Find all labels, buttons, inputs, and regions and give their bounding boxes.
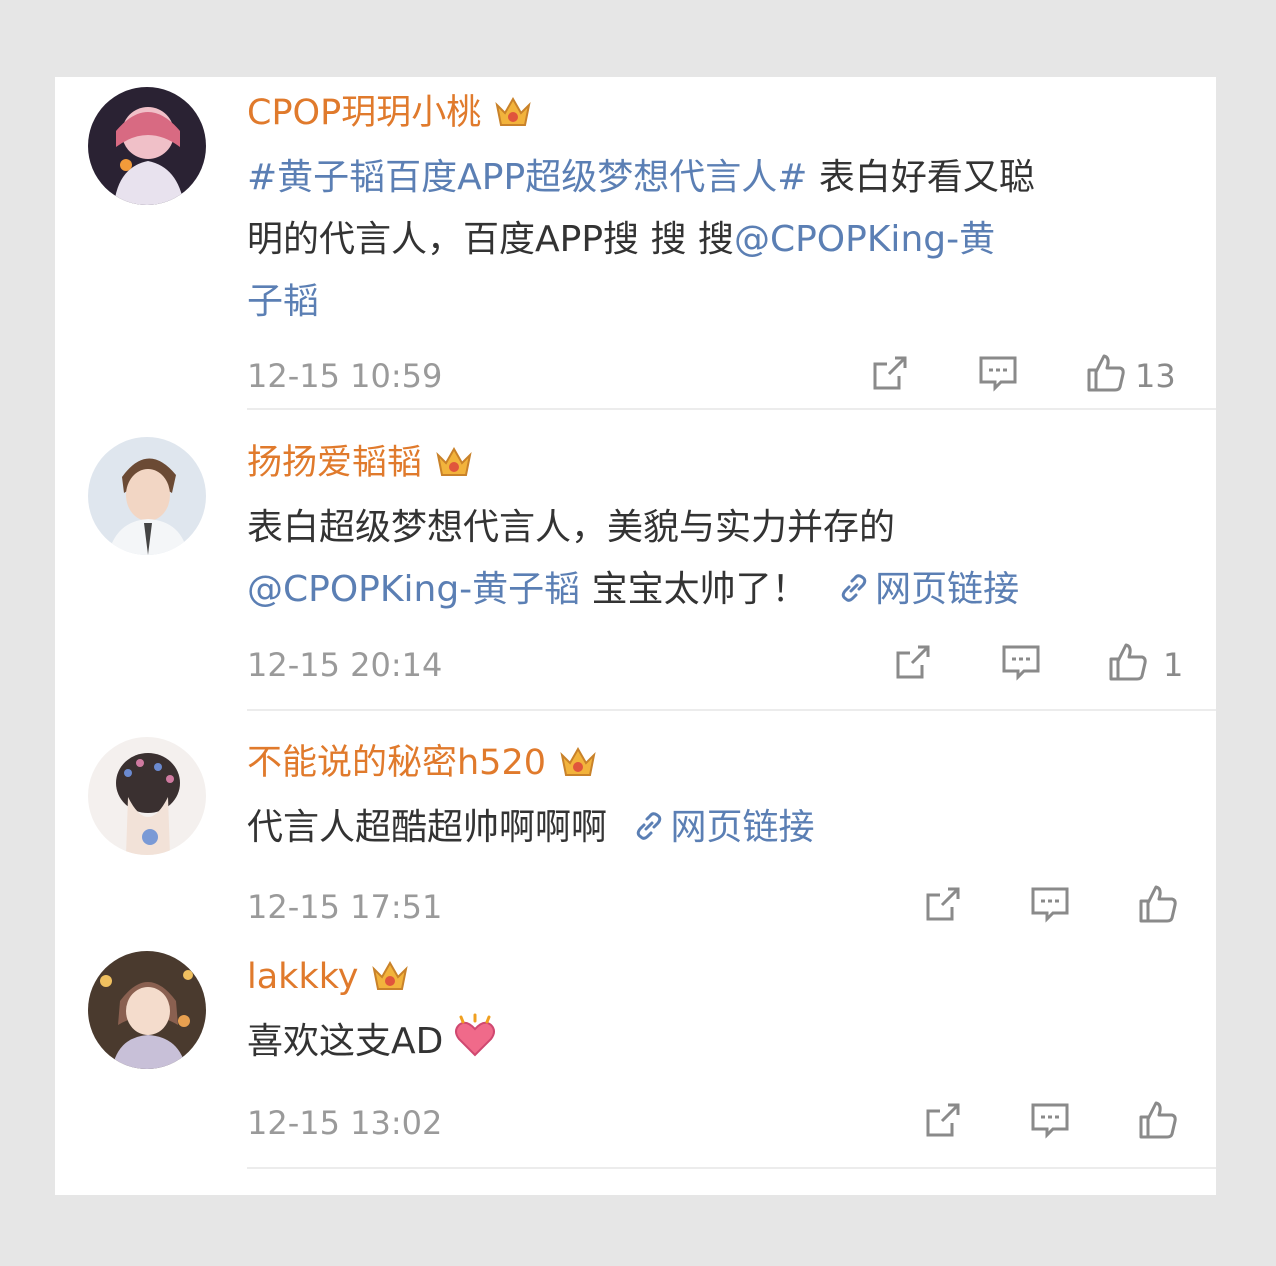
vip-crown-icon [434,443,474,483]
like-icon[interactable] [1137,1099,1179,1141]
comment-text-segment: 喜欢这支AD [247,1021,444,1062]
comment-meta: 12-15 20:14 1 [247,641,1187,689]
username[interactable]: 不能说的秘密h520 [247,741,598,785]
username-text[interactable]: lakkky [247,955,358,999]
vip-crown-icon [558,743,598,783]
web-link-label[interactable]: 网页链接 [875,569,1019,610]
username-text[interactable]: CPOP玥玥小桃 [247,91,481,135]
comment-text-segment: 表白超级梦想代言人，美貌与实力并存的 [247,507,896,548]
share-icon[interactable] [922,883,964,925]
avatar[interactable] [88,737,206,855]
timestamp: 12-15 13:02 [247,1104,443,1142]
comment-text: 喜欢这支AD [247,1011,1187,1073]
comment-meta: 12-15 17:51 [247,883,1187,931]
comment-icon[interactable] [1029,883,1071,925]
username-text[interactable]: 扬扬爱韬韬 [247,441,422,485]
timestamp: 12-15 20:14 [247,646,443,684]
web-link-label[interactable]: 网页链接 [670,807,814,848]
comment-text-segment: 宝宝太帅了！ [580,569,808,610]
username[interactable]: lakkky [247,955,410,999]
share-icon[interactable] [869,352,911,394]
comment-text-segment: 表白好看又聪 [807,157,1035,198]
comment-text-segment: 代言人超酷超帅啊啊啊 [247,807,608,848]
like-icon[interactable] [1085,352,1127,394]
comment-text: #黄子韬百度APP超级梦想代言人# 表白好看又聪 明的代言人，百度APP搜 搜 … [247,147,1187,333]
link-icon [837,563,871,602]
divider [247,709,1216,711]
comment-icon[interactable] [1029,1099,1071,1141]
comment-list: CPOP玥玥小桃 #黄子韬百度APP超级梦想代言人# 表白好看又聪 明的代言人，… [55,77,1216,1195]
link-icon [632,801,666,840]
topic-link[interactable]: #黄子韬百度APP超级梦想代言人# [247,157,807,198]
username[interactable]: 扬扬爱韬韬 [247,441,474,485]
avatar[interactable] [88,87,206,205]
web-link[interactable]: 网页链接 [837,569,1019,610]
comment-icon[interactable] [1000,641,1042,683]
vip-crown-icon [370,957,410,997]
comment-text: 代言人超酷超帅啊啊啊 网页链接 [247,797,1187,859]
like-count: 1 [1163,646,1184,684]
share-icon[interactable] [892,641,934,683]
mention-link[interactable]: 子韬 [247,281,319,322]
web-link[interactable]: 网页链接 [632,807,814,848]
timestamp: 12-15 17:51 [247,888,443,926]
comment-text: 表白超级梦想代言人，美貌与实力并存的 @CPOPKing-黄子韬 宝宝太帅了！ … [247,497,1187,621]
vip-crown-icon [493,93,533,133]
like-icon[interactable] [1137,883,1179,925]
like-count: 13 [1135,357,1176,395]
username[interactable]: CPOP玥玥小桃 [247,91,533,135]
share-icon[interactable] [922,1099,964,1141]
heart-emoji-icon [451,1013,499,1061]
timestamp: 12-15 10:59 [247,357,443,395]
divider [247,408,1216,410]
divider [247,1167,1216,1169]
avatar[interactable] [88,951,206,1069]
like-icon[interactable] [1107,641,1149,683]
comment-text-segment: 明的代言人，百度APP搜 搜 搜 [247,219,734,260]
comment-meta: 12-15 10:59 13 [247,352,1187,400]
avatar[interactable] [88,437,206,555]
mention-link[interactable]: @CPOPKing-黄子韬 [247,569,580,610]
comment-meta: 12-15 13:02 [247,1099,1187,1147]
username-text[interactable]: 不能说的秘密h520 [247,741,546,785]
comment-icon[interactable] [977,352,1019,394]
mention-link[interactable]: @CPOPKing-黄 [734,219,995,260]
